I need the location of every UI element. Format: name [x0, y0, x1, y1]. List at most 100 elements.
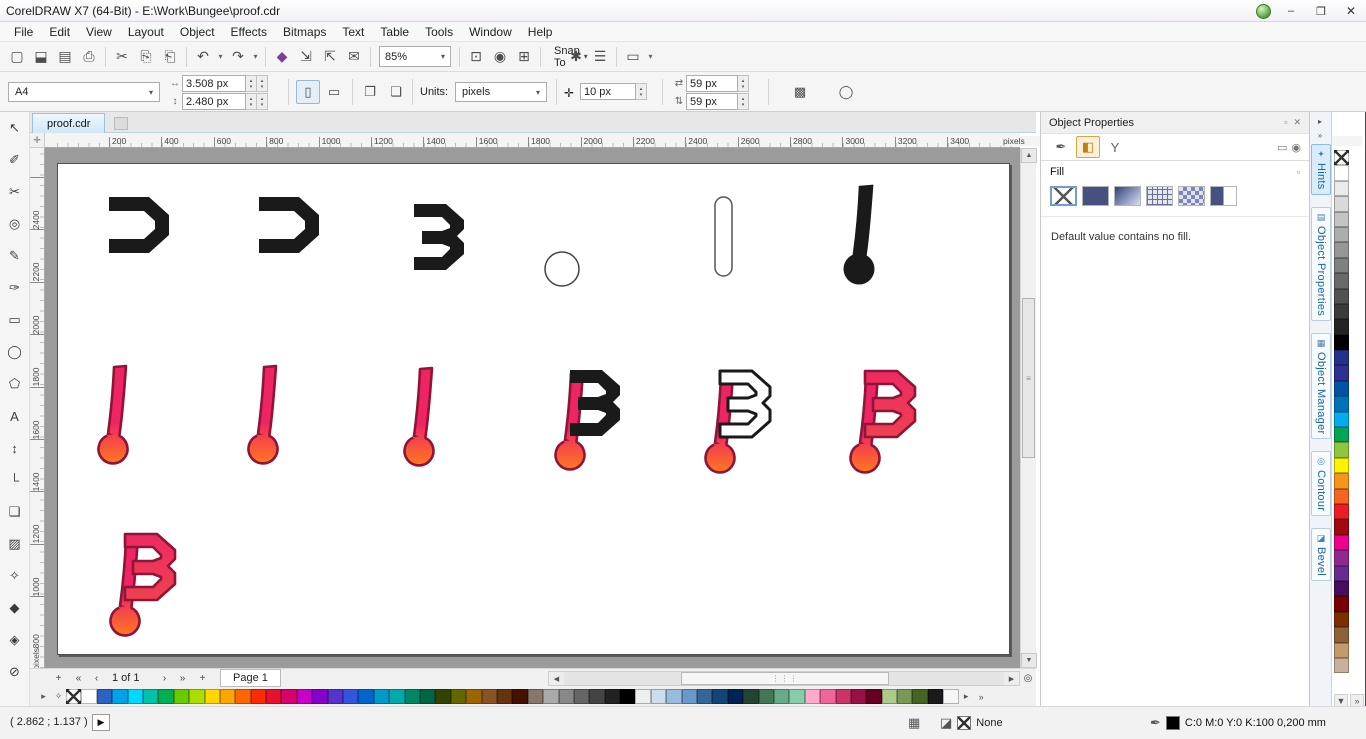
- drop-shadow-tool[interactable]: ❏: [3, 500, 27, 524]
- page-height-spinner[interactable]: ▴ ▾: [246, 93, 257, 110]
- copy-button[interactable]: ⎘: [134, 45, 158, 69]
- toolbar-separator[interactable]: [616, 46, 617, 67]
- outline-pen-tool[interactable]: ⊘: [3, 660, 27, 684]
- scroll-down-button[interactable]: ▼: [1021, 653, 1037, 668]
- color-swatch[interactable]: [1334, 242, 1349, 258]
- glyph-note-three-pink[interactable]: [849, 369, 917, 474]
- redo-button[interactable]: ↷: [226, 45, 250, 69]
- glyph-note-three-black[interactable]: [554, 370, 621, 471]
- docker-close-icon[interactable]: ✕: [1293, 117, 1301, 128]
- landscape-button[interactable]: ▭: [322, 80, 346, 104]
- page-width-field[interactable]: ↔ 3.508 px ▴ ▾ ▴ ▾: [168, 75, 268, 92]
- palette-overflow-button[interactable]: »: [974, 689, 989, 704]
- color-swatch[interactable]: [666, 689, 682, 704]
- color-swatch[interactable]: [435, 689, 451, 704]
- color-swatch[interactable]: [773, 689, 790, 704]
- color-swatch[interactable]: [1334, 657, 1349, 674]
- color-swatch[interactable]: [219, 689, 236, 704]
- nudge-value[interactable]: 10 px: [580, 83, 636, 100]
- docker-tab-bevel[interactable]: ◪ Bevel: [1311, 528, 1331, 582]
- current-page-button[interactable]: ❏: [384, 80, 408, 104]
- first-page-button[interactable]: «: [70, 670, 87, 686]
- docker-collapse-button[interactable]: ▸: [1312, 115, 1328, 127]
- options-button[interactable]: ✱: [564, 45, 588, 69]
- new-document-button[interactable]: ▢: [5, 45, 29, 69]
- menu-text[interactable]: Text: [334, 23, 372, 41]
- docker-tab-contour[interactable]: ◎ Contour: [1311, 451, 1331, 517]
- export-button[interactable]: ⇱: [318, 45, 342, 69]
- color-swatch[interactable]: [327, 689, 344, 704]
- color-swatch[interactable]: [850, 689, 867, 704]
- menu-tools[interactable]: Tools: [417, 23, 461, 41]
- portrait-button[interactable]: ▯: [296, 80, 320, 104]
- color-swatch[interactable]: [1334, 519, 1349, 535]
- print-button[interactable]: ⎙: [77, 45, 101, 69]
- color-swatch[interactable]: [1334, 211, 1349, 227]
- add-page-button[interactable]: +: [50, 670, 67, 686]
- parallel-dimension-tool[interactable]: ↕: [3, 436, 27, 460]
- add-page-button-2[interactable]: +: [194, 670, 211, 686]
- color-swatch[interactable]: [1334, 196, 1349, 212]
- toolbar-separator[interactable]: [540, 46, 541, 67]
- color-swatch[interactable]: [281, 689, 297, 704]
- fill-section-tab[interactable]: ◧: [1076, 136, 1100, 158]
- color-swatch[interactable]: [697, 689, 713, 704]
- color-swatch[interactable]: [1334, 427, 1349, 443]
- color-swatch[interactable]: [820, 689, 836, 704]
- menu-view[interactable]: View: [78, 23, 120, 41]
- color-swatch[interactable]: [66, 689, 82, 704]
- application-bars-button[interactable]: ☰: [588, 45, 612, 69]
- color-swatch[interactable]: [204, 689, 220, 704]
- color-swatch[interactable]: [804, 689, 821, 704]
- import-button[interactable]: ⇲: [294, 45, 318, 69]
- color-swatch[interactable]: [835, 689, 851, 704]
- zoom-level-combo[interactable]: 85% ▾: [379, 46, 451, 67]
- color-swatch[interactable]: [389, 689, 405, 704]
- page-height-field[interactable]: ↕ 2.480 px ▴ ▾ ▴ ▾: [168, 93, 268, 110]
- color-swatch[interactable]: [1334, 488, 1349, 504]
- save-button[interactable]: ▤: [53, 45, 77, 69]
- color-swatch[interactable]: [1334, 396, 1349, 412]
- color-swatch[interactable]: [743, 689, 759, 704]
- color-swatch[interactable]: [466, 689, 482, 704]
- vector-pattern-fill-button[interactable]: [1146, 186, 1173, 206]
- color-swatch[interactable]: [912, 689, 928, 704]
- color-swatch[interactable]: [1334, 350, 1349, 366]
- page-width-spinner-2[interactable]: ▴ ▾: [257, 75, 268, 92]
- color-swatch[interactable]: [296, 689, 313, 704]
- toolbar-separator[interactable]: [265, 46, 266, 67]
- shape-rounded-rect[interactable]: [714, 196, 733, 277]
- color-swatch[interactable]: [1334, 411, 1349, 428]
- workspace-button[interactable]: ▭: [621, 45, 645, 69]
- glyph-note-three-pink-2[interactable]: [109, 532, 177, 637]
- connector-tool[interactable]: └: [3, 468, 27, 492]
- glyph-note-pink-2[interactable]: [247, 364, 279, 465]
- document-tab-proof[interactable]: proof.cdr: [32, 113, 106, 133]
- color-swatch[interactable]: [1334, 380, 1349, 397]
- workspace-dropdown[interactable]: ▾: [645, 45, 656, 69]
- menu-help[interactable]: Help: [520, 23, 561, 41]
- color-swatch[interactable]: [96, 689, 113, 704]
- palette-eyedropper-button[interactable]: ✧: [51, 689, 66, 704]
- duplicate-y-field[interactable]: ⇅ 59 px ▴ ▾: [672, 93, 749, 110]
- color-swatch[interactable]: [1334, 442, 1349, 458]
- color-swatch[interactable]: [81, 689, 97, 704]
- color-swatch[interactable]: [189, 689, 205, 704]
- color-swatch[interactable]: [789, 689, 805, 704]
- page-area[interactable]: [57, 163, 1010, 655]
- undo-button[interactable]: ↶: [191, 45, 215, 69]
- color-swatch[interactable]: [1334, 334, 1349, 351]
- vertical-scroll-thumb[interactable]: ≡: [1022, 298, 1035, 458]
- color-swatch[interactable]: [142, 689, 159, 704]
- corel-account-icon[interactable]: [1250, 0, 1276, 22]
- docker-tab-hints[interactable]: ✦ Hints: [1311, 144, 1331, 195]
- cut-button[interactable]: ✂: [110, 45, 134, 69]
- snap-to-dropdown[interactable]: Snap To ▾: [549, 45, 588, 69]
- vertical-scrollbar[interactable]: ▲ ≡ ▼: [1020, 148, 1037, 668]
- page-height-value[interactable]: 2.480 px: [182, 93, 246, 110]
- polygon-tool[interactable]: ⬠: [3, 372, 27, 396]
- drawing-canvas[interactable]: [45, 148, 1020, 668]
- outline-section-tab[interactable]: ✒: [1049, 136, 1073, 158]
- scroll-up-button[interactable]: ▲: [1021, 148, 1037, 163]
- color-swatch[interactable]: [312, 689, 328, 704]
